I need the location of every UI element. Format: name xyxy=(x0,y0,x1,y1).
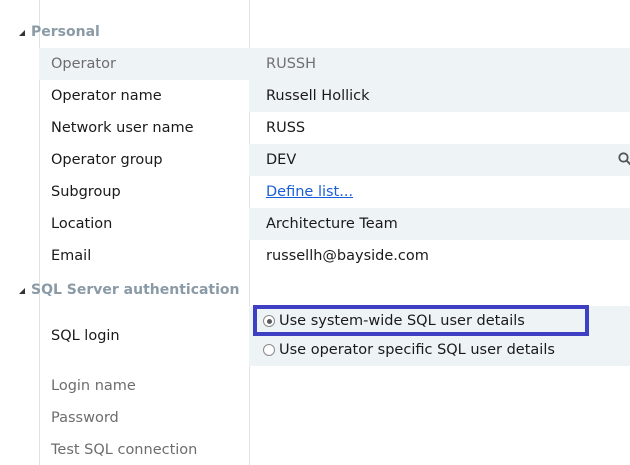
network-user-name-label: Network user name xyxy=(51,120,194,136)
operator-specific-sql-option[interactable]: Use operator specific SQL user details xyxy=(263,342,555,358)
subgroup-label: Subgroup xyxy=(51,184,121,200)
row-operator-name[interactable]: Operator name Russell Hollick xyxy=(39,80,630,112)
radio-unselected-icon[interactable] xyxy=(263,344,275,356)
operator-group-label: Operator group xyxy=(51,152,163,168)
operator-name-field[interactable]: Russell Hollick xyxy=(249,80,630,112)
location-field[interactable]: Architecture Team xyxy=(249,208,630,240)
row-password: Password xyxy=(39,402,630,434)
row-operator-group[interactable]: Operator group DEV xyxy=(39,144,630,176)
sql-section-title: SQL Server authentication xyxy=(31,282,240,298)
row-location[interactable]: Location Architecture Team xyxy=(39,208,630,240)
row-email[interactable]: Email russellh@bayside.com xyxy=(39,240,630,272)
row-operator: Operator RUSSH xyxy=(39,48,630,80)
sql-section-header[interactable]: SQL Server authentication xyxy=(0,276,630,304)
operator-name-label: Operator name xyxy=(51,88,162,104)
password-label: Password xyxy=(51,410,119,426)
search-icon[interactable] xyxy=(618,152,630,166)
row-test-sql-connection: Test SQL connection xyxy=(39,434,630,465)
highlight-box xyxy=(253,305,589,336)
network-user-name-field[interactable]: RUSS xyxy=(249,112,630,144)
operator-label: Operator xyxy=(51,56,116,72)
personal-section-title: Personal xyxy=(31,24,100,40)
personal-section-header[interactable]: Personal xyxy=(0,18,630,46)
operator-group-value: DEV xyxy=(266,152,297,168)
collapse-triangle-icon[interactable] xyxy=(19,30,25,36)
location-label: Location xyxy=(51,216,113,232)
row-login-name: Login name xyxy=(39,370,630,402)
property-panel: Personal Operator RUSSH Operator name Ru… xyxy=(0,0,630,465)
operator-group-field[interactable]: DEV xyxy=(249,144,630,176)
row-network-user-name[interactable]: Network user name RUSS xyxy=(39,112,630,144)
row-subgroup[interactable]: Subgroup Define list... xyxy=(39,176,630,208)
email-label: Email xyxy=(51,248,92,264)
define-list-link[interactable]: Define list... xyxy=(266,184,353,200)
email-field[interactable]: russellh@bayside.com xyxy=(249,240,630,272)
subgroup-field: Define list... xyxy=(249,176,630,208)
login-name-label: Login name xyxy=(51,378,136,394)
operator-specific-sql-label: Use operator specific SQL user details xyxy=(279,342,555,358)
collapse-triangle-icon[interactable] xyxy=(19,288,25,294)
operator-value: RUSSH xyxy=(266,56,316,72)
sql-login-label: SQL login xyxy=(51,328,120,344)
test-sql-connection-label: Test SQL connection xyxy=(51,442,198,458)
